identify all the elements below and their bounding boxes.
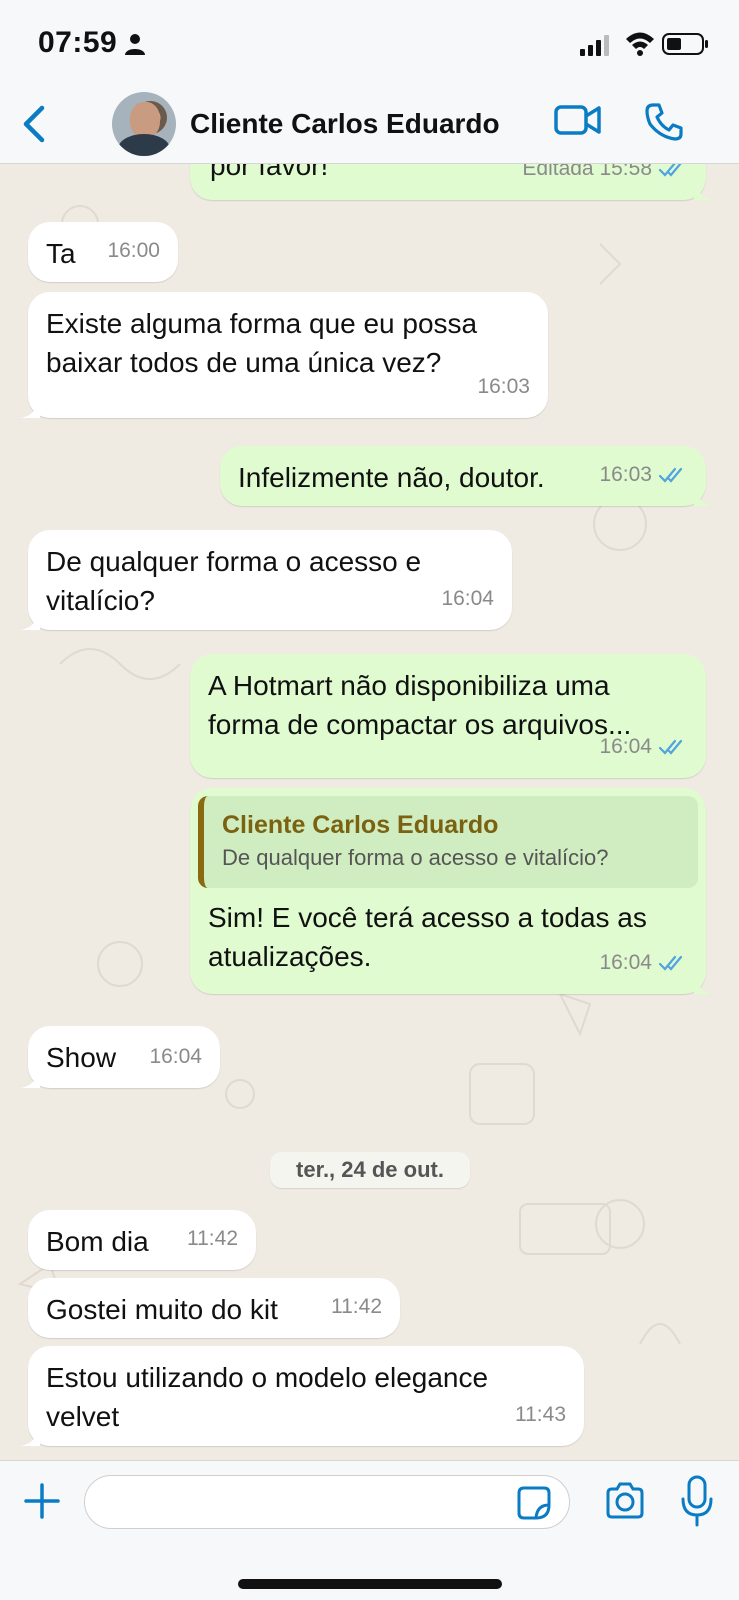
plus-attach-icon[interactable] — [22, 1481, 62, 1521]
bubble-tail — [694, 486, 714, 506]
message-time: 16:04 — [599, 951, 652, 974]
wifi-icon — [626, 32, 654, 56]
quoted-message[interactable]: Cliente Carlos Eduardo De qualquer forma… — [198, 796, 698, 888]
message-meta: Editada 15:58 — [522, 164, 688, 188]
message-text: Gostei muito do kit — [46, 1294, 278, 1325]
chat-area[interactable]: por favor! Editada 15:58 Ta 16:00 Existe… — [0, 164, 739, 1460]
message-time: 16:04 — [599, 735, 652, 758]
message-text: Bom dia — [46, 1226, 149, 1257]
message-meta: 11:42 — [187, 1219, 238, 1258]
sticker-icon[interactable] — [516, 1485, 552, 1521]
message-meta: 16:04 — [149, 1037, 202, 1076]
message-bubble-incoming[interactable]: Estou utilizando o modelo elegance velve… — [20, 1346, 584, 1446]
chat-header: Cliente Carlos Eduardo — [0, 88, 739, 164]
phone-call-icon[interactable] — [644, 102, 684, 142]
message-bubble-outgoing[interactable]: por favor! Editada 15:58 — [190, 164, 714, 200]
status-bar: 07:59 — [0, 0, 739, 88]
message-meta: 11:42 — [331, 1287, 382, 1326]
microphone-icon[interactable] — [680, 1475, 714, 1527]
avatar-face — [130, 102, 160, 138]
message-time: 11:42 — [331, 1295, 382, 1318]
message-meta: 16:04 — [599, 943, 688, 982]
bubble-tail — [20, 1426, 40, 1446]
person-icon — [125, 34, 145, 55]
message-time: 16:04 — [149, 1045, 202, 1068]
message-time: 16:00 — [107, 239, 160, 262]
message-time: 11:42 — [187, 1227, 238, 1250]
message-meta: 16:00 — [107, 231, 160, 270]
back-chevron-icon[interactable] — [20, 104, 50, 144]
status-time: 07:59 — [38, 26, 118, 59]
message-meta: 16:03 — [477, 367, 530, 406]
message-time: 16:03 — [599, 463, 652, 486]
message-bubble-incoming[interactable]: Gostei muito do kit 11:42 — [28, 1278, 400, 1338]
message-meta: 11:43 — [515, 1395, 566, 1434]
message-input[interactable] — [84, 1475, 570, 1529]
message-text: Show — [46, 1042, 117, 1073]
bubble-tail — [694, 180, 714, 200]
message-meta: 16:04 — [441, 579, 494, 618]
message-time: 16:04 — [441, 587, 494, 610]
quoted-text: De qualquer forma o acesso e vitalício? — [222, 845, 609, 870]
date-separator: ter., 24 de out. — [270, 1152, 470, 1188]
battery-icon — [662, 33, 708, 55]
message-time: 16:03 — [477, 375, 530, 398]
message-time: Editada 15:58 — [522, 164, 652, 180]
read-ticks-icon — [658, 955, 683, 971]
contact-avatar[interactable] — [112, 92, 176, 156]
message-bubble-incoming[interactable]: Existe alguma forma que eu possa baixar … — [20, 292, 548, 418]
avatar-body — [118, 134, 170, 156]
message-text: Ta — [46, 238, 76, 269]
bubble-tail — [20, 1068, 40, 1088]
bubble-tail — [20, 398, 40, 418]
bubble-tail — [694, 974, 714, 994]
contact-name[interactable]: Cliente Carlos Eduardo — [190, 108, 500, 140]
cellular-signal-icon — [580, 35, 609, 56]
read-ticks-icon — [658, 164, 682, 177]
message-bubble-incoming[interactable]: Bom dia 11:42 — [28, 1210, 256, 1270]
message-bubble-incoming[interactable]: De qualquer forma o acesso e vitalício? … — [20, 530, 512, 630]
message-bubble-incoming[interactable]: Ta 16:00 — [28, 222, 178, 282]
message-text: por favor! — [210, 164, 329, 181]
message-text: Estou utilizando o modelo elegance velve… — [46, 1362, 489, 1432]
message-bubble-outgoing[interactable]: Infelizmente não, doutor. 16:03 — [220, 446, 714, 506]
top-bar: 07:59 Cliente Carlos Eduardo — [0, 0, 739, 164]
video-call-icon[interactable] — [554, 102, 602, 138]
bubble-tail — [20, 610, 40, 630]
message-bubble-outgoing-reply[interactable]: Cliente Carlos Eduardo De qualquer forma… — [190, 788, 714, 994]
message-meta: 16:03 — [599, 455, 688, 494]
camera-icon[interactable] — [604, 1481, 646, 1521]
read-ticks-icon — [658, 739, 683, 755]
message-time: 11:43 — [515, 1403, 566, 1426]
message-meta: 16:04 — [599, 727, 688, 766]
home-indicator — [238, 1579, 502, 1589]
message-text: Existe alguma forma que eu possa baixar … — [46, 308, 478, 378]
read-ticks-icon — [658, 467, 683, 483]
message-text: De qualquer forma o acesso e vitalício? — [46, 546, 422, 616]
message-text: Infelizmente não, doutor. — [238, 462, 545, 493]
message-bubble-outgoing[interactable]: A Hotmart não disponibiliza uma forma de… — [190, 654, 706, 778]
quoted-sender: Cliente Carlos Eduardo — [222, 811, 499, 839]
composer-bar — [0, 1460, 739, 1600]
message-bubble-incoming[interactable]: Show 16:04 — [20, 1026, 220, 1088]
